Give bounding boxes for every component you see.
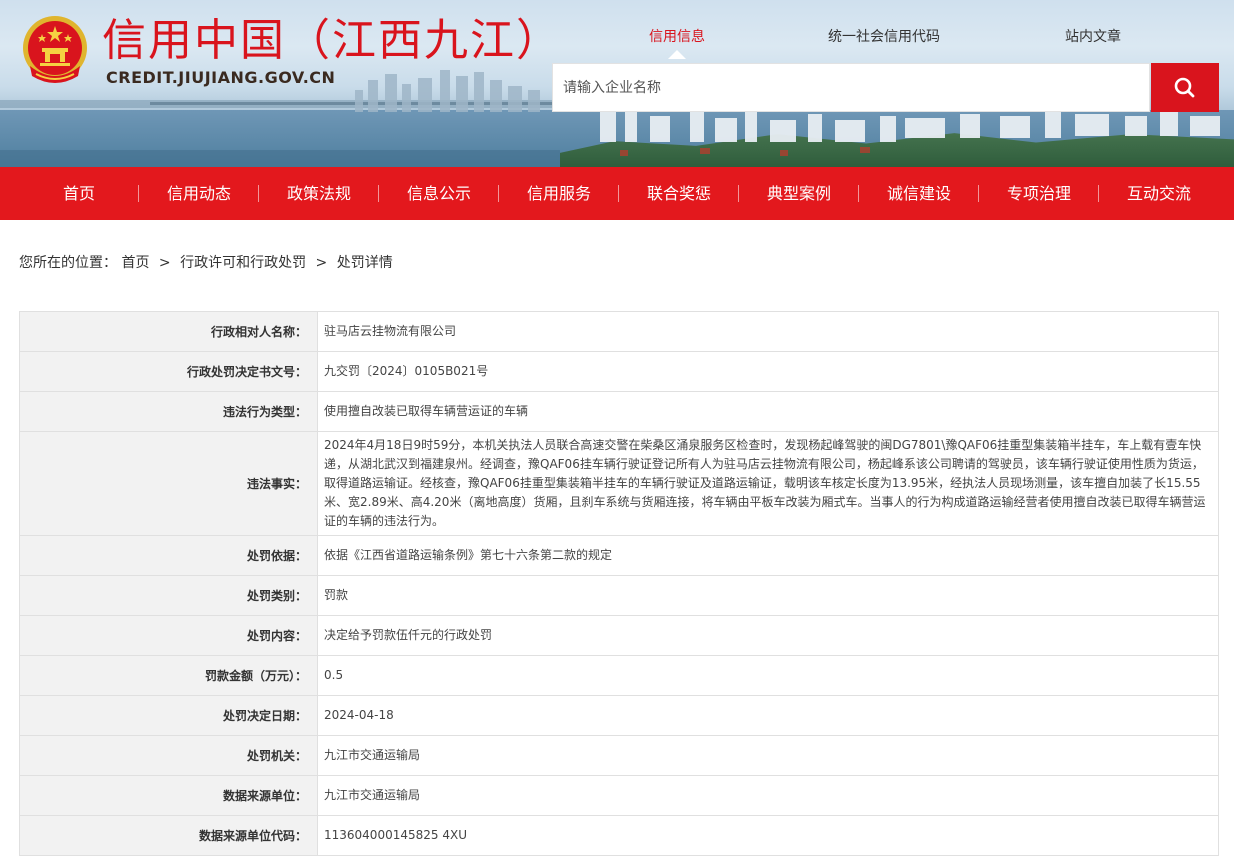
- field-label: 处罚机关：: [19, 735, 318, 776]
- field-value: 使用擅自改装已取得车辆营运证的车辆: [317, 391, 1219, 432]
- field-value: 九江市交通运输局: [317, 735, 1219, 776]
- breadcrumb-current: 处罚详情: [336, 255, 393, 271]
- tab-unified-credit-code[interactable]: 统一社会信用代码: [828, 26, 940, 46]
- field-label: 处罚决定日期：: [19, 695, 318, 736]
- site-header: 信用中国（江西九江） CREDIT.JIUJIANG.GOV.CN 信用信息 统…: [0, 0, 1234, 167]
- search-icon: [1174, 77, 1195, 98]
- table-row: 处罚依据： 依据《江西省道路运输条例》第七十六条第二款的规定: [19, 535, 1219, 576]
- breadcrumb: 您所在的位置： 首页 > 行政许可和行政处罚 > 处罚详情: [19, 252, 393, 272]
- field-value: 2024-04-18: [317, 695, 1219, 736]
- nav-credit-news[interactable]: 信用动态: [139, 167, 259, 220]
- field-label: 违法行为类型：: [19, 391, 318, 432]
- field-label: 处罚内容：: [19, 615, 318, 656]
- search-box: [552, 63, 1150, 112]
- nav-info-disclosure[interactable]: 信息公示: [379, 167, 499, 220]
- table-row: 数据来源单位代码： 113604000145825 4XU: [19, 815, 1219, 856]
- table-row: 处罚内容： 决定给予罚款伍仟元的行政处罚: [19, 615, 1219, 656]
- field-label: 罚款金额（万元）：: [19, 655, 318, 696]
- field-label: 行政相对人名称：: [19, 311, 318, 352]
- field-label: 处罚依据：: [19, 535, 318, 576]
- table-row: 罚款金额（万元）： 0.5: [19, 655, 1219, 696]
- search-input[interactable]: [553, 64, 1149, 111]
- field-label: 行政处罚决定书文号：: [19, 351, 318, 392]
- tab-credit-info[interactable]: 信用信息: [649, 26, 705, 46]
- nav-typical-cases[interactable]: 典型案例: [739, 167, 859, 220]
- table-row: 处罚类别： 罚款: [19, 575, 1219, 616]
- field-value: 罚款: [317, 575, 1219, 616]
- table-row: 行政相对人名称： 驻马店云挂物流有限公司: [19, 311, 1219, 352]
- tab-site-articles[interactable]: 站内文章: [1065, 26, 1121, 46]
- nav-credit-services[interactable]: 信用服务: [499, 167, 619, 220]
- breadcrumb-separator: >: [158, 255, 171, 271]
- site-title: 信用中国（江西九江）: [102, 15, 562, 66]
- active-tab-caret: [668, 50, 686, 59]
- table-row: 数据来源单位： 九江市交通运输局: [19, 775, 1219, 816]
- nav-interaction[interactable]: 互动交流: [1099, 167, 1219, 220]
- table-row: 违法事实： 2024年4月18日9时59分，本机关执法人员联合高速交警在柴桑区涌…: [19, 431, 1219, 536]
- nav-policies[interactable]: 政策法规: [259, 167, 379, 220]
- nav-integrity[interactable]: 诚信建设: [859, 167, 979, 220]
- main-nav: 首页 信用动态 政策法规 信息公示 信用服务 联合奖惩 典型案例 诚信建设 专项…: [0, 167, 1234, 220]
- field-value: 决定给予罚款伍仟元的行政处罚: [317, 615, 1219, 656]
- table-row: 处罚决定日期： 2024-04-18: [19, 695, 1219, 736]
- search-type-tabs: 信用信息 统一社会信用代码 站内文章: [552, 26, 1220, 50]
- field-value: 九江市交通运输局: [317, 775, 1219, 816]
- field-label: 违法事实：: [19, 431, 318, 536]
- field-label: 数据来源单位代码：: [19, 815, 318, 856]
- breadcrumb-separator: >: [315, 255, 328, 271]
- field-label: 数据来源单位：: [19, 775, 318, 816]
- site-domain: CREDIT.JIUJIANG.GOV.CN: [106, 68, 336, 87]
- field-value: 113604000145825 4XU: [317, 815, 1219, 856]
- nav-special-governance[interactable]: 专项治理: [979, 167, 1099, 220]
- table-row: 行政处罚决定书文号： 九交罚〔2024〕0105B021号: [19, 351, 1219, 392]
- field-value-facts: 2024年4月18日9时59分，本机关执法人员联合高速交警在柴桑区涌泉服务区检查…: [317, 431, 1219, 536]
- field-value: 依据《江西省道路运输条例》第七十六条第二款的规定: [317, 535, 1219, 576]
- national-emblem-logo: [23, 16, 87, 83]
- table-row: 处罚机关： 九江市交通运输局: [19, 735, 1219, 776]
- search-button[interactable]: [1151, 63, 1219, 112]
- table-row: 违法行为类型： 使用擅自改装已取得车辆营运证的车辆: [19, 391, 1219, 432]
- field-value: 驻马店云挂物流有限公司: [317, 311, 1219, 352]
- penalty-detail-table: 行政相对人名称： 驻马店云挂物流有限公司 行政处罚决定书文号： 九交罚〔2024…: [19, 311, 1219, 856]
- breadcrumb-home[interactable]: 首页: [121, 255, 149, 271]
- nav-joint-rewards[interactable]: 联合奖惩: [619, 167, 739, 220]
- field-value: 0.5: [317, 655, 1219, 696]
- nav-home[interactable]: 首页: [19, 167, 139, 220]
- field-value: 九交罚〔2024〕0105B021号: [317, 351, 1219, 392]
- field-label: 处罚类别：: [19, 575, 318, 616]
- breadcrumb-licensing-penalty[interactable]: 行政许可和行政处罚: [180, 255, 306, 271]
- breadcrumb-prefix: 您所在的位置：: [19, 255, 117, 271]
